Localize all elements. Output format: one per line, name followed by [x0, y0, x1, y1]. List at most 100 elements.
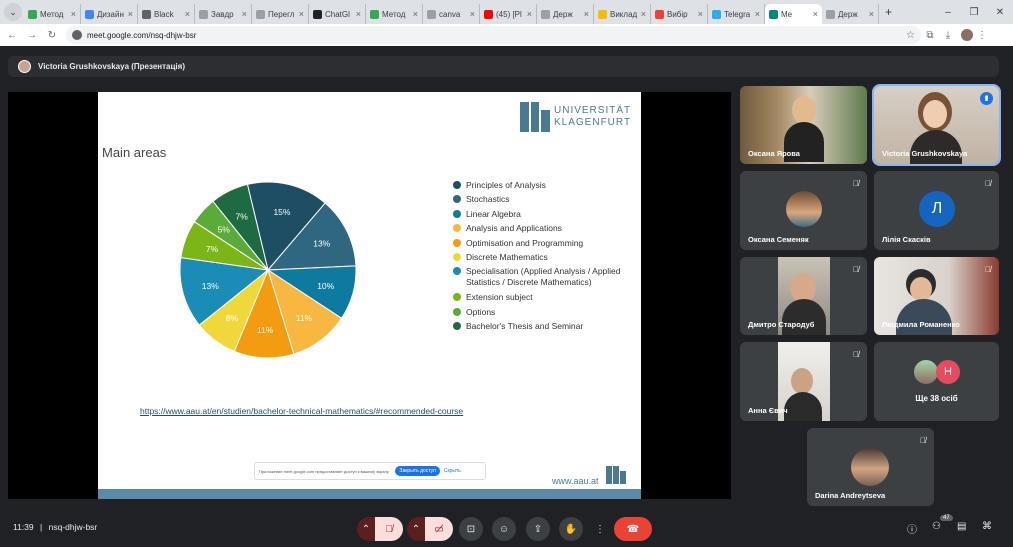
bookmark-star-icon[interactable]: ☆	[906, 30, 915, 41]
speaking-indicator-icon: ▮	[980, 92, 993, 105]
minimize-icon[interactable]: –	[935, 7, 961, 18]
participant-tile[interactable]: Л 🎙̸ Лілія Скасків	[874, 171, 999, 250]
raise-hand-button[interactable]: ✋	[559, 517, 583, 541]
browser-menu-icon[interactable]: ⋮	[973, 30, 991, 41]
tab-label: Me	[781, 9, 793, 19]
logo-line-2: KLAGENFURT	[554, 117, 632, 128]
legend-label: Specialisation (Applied Analysis / Appli…	[466, 266, 621, 288]
hide-notice-button[interactable]: Скрыть	[444, 468, 461, 474]
tab-close-icon[interactable]: ×	[698, 9, 703, 19]
present-screen-button[interactable]: ⇪	[526, 517, 550, 541]
camera-options-chevron-icon[interactable]: ⌃	[407, 517, 425, 541]
participant-tile[interactable]: Оксана Ярова	[740, 86, 867, 164]
slide-title: Main areas	[102, 145, 167, 160]
tab-close-icon[interactable]: ×	[527, 9, 532, 19]
participant-tile[interactable]: 🎙̸ Анна Євич	[740, 342, 867, 421]
browser-tab[interactable]: ChatGl ×	[309, 4, 366, 24]
tab-close-icon[interactable]: ×	[641, 9, 646, 19]
address-bar[interactable]: meet.google.com/nsq-dhjw-bsr ☆	[66, 26, 921, 44]
browser-tab[interactable]: Дизайн ×	[81, 4, 138, 24]
browser-tab[interactable]: Завдр ×	[195, 4, 252, 24]
profile-avatar[interactable]	[961, 29, 973, 41]
others-tile[interactable]: H Ще 38 осіб	[874, 342, 999, 421]
restore-icon[interactable]: ❐	[961, 7, 987, 18]
tab-close-icon[interactable]: ×	[128, 9, 133, 19]
browser-tab[interactable]: Держ ×	[822, 4, 879, 24]
download-icon[interactable]: ⤓	[939, 30, 957, 41]
activities-icon[interactable]: ⌘	[982, 521, 992, 532]
more-options-icon[interactable]: ⋮	[591, 517, 609, 541]
stop-sharing-button[interactable]: Закрыть доступ	[395, 466, 440, 476]
leave-call-button[interactable]: ☎	[614, 517, 652, 541]
participant-tile[interactable]: 🎙̸ Оксана Семеняк	[740, 171, 867, 250]
participant-face	[923, 100, 947, 128]
mic-off-button[interactable]: 🎙̸	[375, 517, 403, 541]
tab-close-icon[interactable]: ×	[185, 9, 190, 19]
site-info-icon[interactable]	[72, 30, 82, 40]
browser-tab[interactable]: canva ×	[423, 4, 480, 24]
legend-swatch	[453, 293, 461, 302]
tab-close-icon[interactable]: ×	[869, 9, 874, 19]
mic-off-icon: 🎙̸	[985, 179, 991, 188]
extensions-icon[interactable]: ⧉	[921, 30, 939, 41]
chat-icon[interactable]: ▤	[957, 521, 966, 532]
emoji-reactions-button[interactable]: ☺	[492, 517, 516, 541]
tab-close-icon[interactable]: ×	[470, 9, 475, 19]
participant-tile[interactable]: 🎙̸ Darina Andreytseva	[807, 428, 934, 506]
participant-initial-avatar: Л	[919, 191, 955, 227]
new-tab-icon[interactable]: +	[885, 5, 899, 19]
tab-close-icon[interactable]: ×	[71, 9, 76, 19]
back-icon[interactable]: ←	[4, 30, 20, 41]
browser-tab[interactable]: (45) [Pl ×	[480, 4, 537, 24]
shared-slide: UNIVERSITÄT KLAGENFURT Main areas 15% 13%…	[98, 92, 641, 499]
browser-tab[interactable]: Виклад ×	[594, 4, 651, 24]
browser-tab[interactable]: Метод ×	[24, 4, 81, 24]
browser-tab[interactable]: Держ ×	[537, 4, 594, 24]
tab-close-icon[interactable]: ×	[755, 9, 760, 19]
tab-close-icon[interactable]: ×	[584, 9, 589, 19]
browser-tab[interactable]: Me ×	[765, 4, 822, 24]
pie-slice-label: 15%	[273, 207, 290, 217]
tab-search-icon[interactable]: ⌄	[4, 3, 22, 21]
browser-tab[interactable]: Метод ×	[366, 4, 423, 24]
pie-slice-label: 13%	[313, 239, 330, 249]
meeting-details-icon[interactable]: ⓘ	[907, 521, 917, 536]
forward-icon[interactable]: →	[24, 30, 40, 41]
tab-favicon-icon	[199, 9, 208, 19]
legend-label: Bachelor's Thesis and Seminar	[466, 321, 583, 331]
participant-tile[interactable]: 🎙̸ Людмила Романенко	[874, 257, 999, 335]
legend-swatch	[453, 238, 461, 247]
course-link[interactable]: https://www.aau.at/en/studien/bachelor-t…	[140, 406, 463, 416]
browser-tab[interactable]: Telegra ×	[708, 4, 765, 24]
tab-label: Перегл	[268, 9, 295, 19]
people-icon[interactable]: ⚇	[932, 521, 941, 532]
participant-avatar	[786, 191, 822, 227]
browser-tab[interactable]: Black ×	[138, 4, 195, 24]
captions-button[interactable]: ⊡	[459, 517, 483, 541]
tab-close-icon[interactable]: ×	[356, 9, 361, 19]
pie-slice-label: 7%	[206, 244, 219, 254]
mic-options-chevron-icon[interactable]: ⌃	[357, 517, 375, 541]
tab-favicon-icon	[769, 9, 778, 19]
legend-swatch	[453, 307, 461, 316]
tab-favicon-icon	[256, 9, 265, 19]
presenter-bar: Victoria Grushkovskaya (Презентація)	[8, 56, 999, 77]
tab-close-icon[interactable]: ×	[413, 9, 418, 19]
legend-item: Discrete Mathematics	[453, 252, 641, 266]
tab-favicon-icon	[142, 9, 151, 19]
tab-close-icon[interactable]: ×	[242, 9, 247, 19]
participant-tile[interactable]: 🎙̸ Дмитро Стародуб	[740, 257, 867, 335]
participant-tile[interactable]: ▮ Victoria Grushkovskaya	[872, 84, 1001, 166]
tab-close-icon[interactable]: ×	[813, 9, 818, 19]
browser-tab[interactable]: Вибір ×	[651, 4, 708, 24]
reload-icon[interactable]: ↻	[44, 30, 60, 41]
legend-swatch	[453, 224, 461, 233]
camera-off-button[interactable]: ▭̸	[425, 517, 453, 541]
tab-close-icon[interactable]: ×	[299, 9, 304, 19]
pie-slice-label: 5%	[218, 225, 231, 235]
others-count-label: Ще 38 осіб	[915, 394, 958, 403]
mic-off-icon: 🎙̸	[985, 265, 991, 274]
browser-tab[interactable]: Перегл ×	[252, 4, 309, 24]
tab-label: Завдр	[211, 9, 234, 19]
close-window-icon[interactable]: ✕	[987, 7, 1013, 18]
